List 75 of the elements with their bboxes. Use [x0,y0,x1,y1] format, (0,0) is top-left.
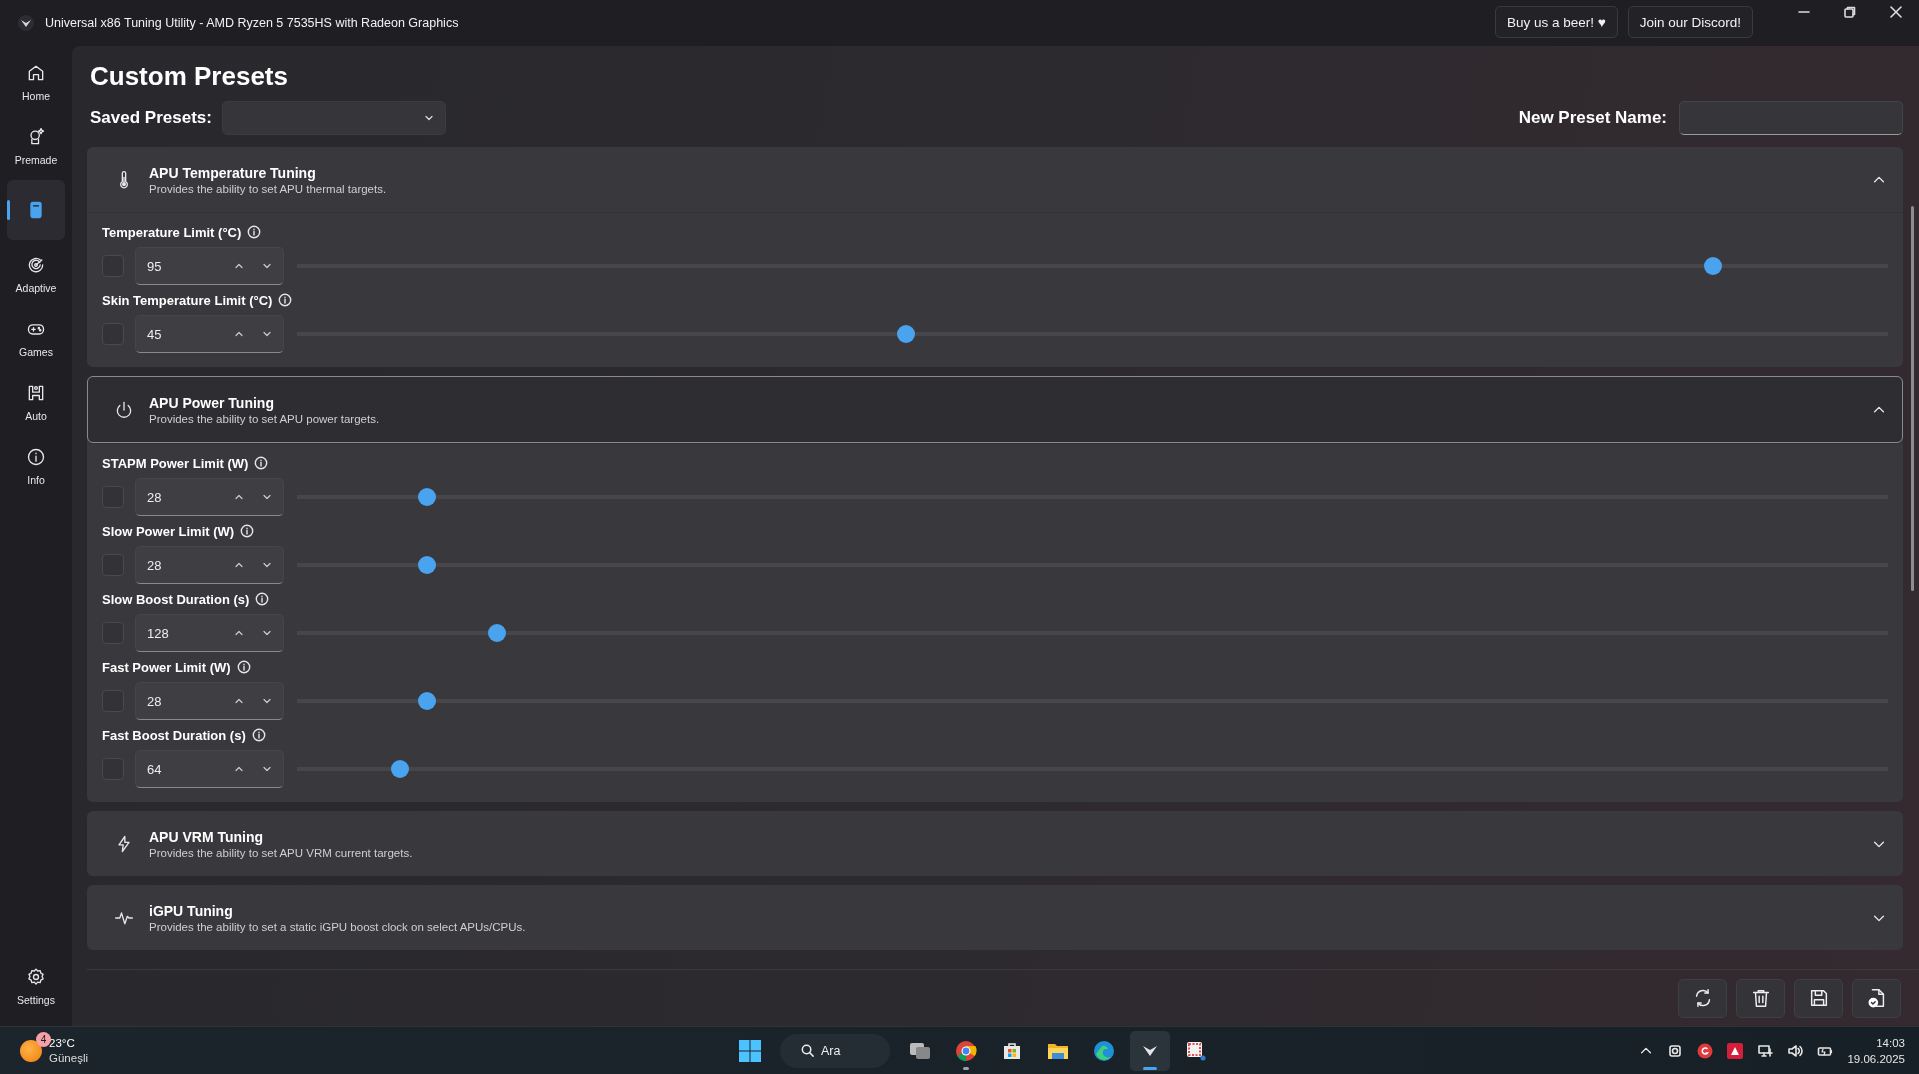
setting-label: Skin Temperature Limit (°C) [102,292,273,308]
setting-label: Temperature Limit (°C) [102,224,242,240]
page-title: Custom Presets [90,60,289,92]
section-title: iGPU Tuning [149,902,234,919]
nav-item[interactable]: Games [7,308,65,368]
network-icon[interactable] [1757,1042,1774,1059]
trash-button[interactable] [1736,978,1785,1018]
info-icon[interactable] [251,728,266,742]
section-header[interactable]: iGPU Tuning Provides the ability to set a static iGPU boost clock on select APUs/CPUs. [87,885,1903,950]
browser-icon [1092,1038,1116,1063]
setting-label: Fast Power Limit (W) [102,659,231,675]
tray-app-icon[interactable] [1667,1042,1684,1059]
slider-thumb[interactable] [391,760,410,778]
section-description: Provides the ability to set APU VRM current targets. [149,846,414,859]
setting-label: STAPM Power Limit (W) [102,455,249,471]
section-header[interactable]: APU Temperature Tuning Provides the ability to set APU thermal targets. [87,147,1903,212]
info-icon[interactable] [254,456,269,470]
tray-app-icon[interactable] [1727,1042,1744,1059]
nav-item[interactable]: Info [7,436,65,496]
info-icon[interactable] [247,225,262,239]
tray-app-icon[interactable] [1697,1042,1714,1059]
setting-label: Slow Power Limit (W) [102,523,235,539]
setting-label: Slow Boost Duration (s) [102,591,250,607]
slider-thumb[interactable] [1704,257,1722,275]
section-description: Provides the ability to set APU thermal targets. [149,182,388,195]
search-bar[interactable]: Ara [780,1033,890,1068]
discord-button[interactable]: Join our Discord! [1627,6,1753,38]
slider-thumb[interactable] [418,556,437,574]
windows-logo-icon [739,1039,761,1062]
section-description: Provides the ability to set APU power targets. [149,412,381,425]
info-icon [26,446,46,467]
slider-thumb[interactable] [418,692,437,710]
nav-item[interactable]: Premade [7,116,65,176]
refresh-button[interactable] [1678,978,1727,1018]
volume-icon[interactable] [1787,1042,1804,1059]
slider-thumb[interactable] [418,488,437,506]
saved-presets-label: Saved Presets: [90,108,212,128]
selection-indicator [7,200,10,220]
running-indicator [1143,1066,1157,1070]
nav-item[interactable]: Home [7,52,65,112]
scrollbar[interactable] [1911,206,1914,591]
nav-item[interactable]: Settings [7,956,65,1016]
info-icon[interactable] [236,660,251,674]
section-description: Provides the ability to set a static iGPU boost clock on select APUs/CPUs. [149,920,527,933]
settings-icon [26,966,46,987]
preset-name-field[interactable] [1679,101,1903,135]
browser-icon [954,1038,978,1063]
window-title: Universal x86 Tuning Utility - AMD Ryzen 5 7535HS with Radeon Graphics [45,16,459,30]
app-logo-icon [18,15,34,31]
search-icon [800,1043,815,1058]
nav-item[interactable]: Auto [7,372,65,432]
nav-item[interactable] [7,180,65,240]
donate-button[interactable]: Buy us a beer! ♥ [1494,6,1618,38]
weather-condition: Güneşli [49,1050,88,1066]
save-button[interactable] [1794,978,1843,1018]
info-icon[interactable] [240,524,255,538]
new-preset-label: New Preset Name: [1518,108,1667,128]
info-icon[interactable] [255,592,270,606]
section-header[interactable]: APU Power Tuning Provides the ability to set APU power targets. [87,376,1903,443]
power-icon [114,399,134,420]
running-indicator [963,1066,969,1070]
section-title: APU Temperature Tuning [149,164,317,181]
section-title: APU VRM Tuning [149,828,265,845]
taskbar-app[interactable] [1130,1030,1170,1071]
weather-temperature: 23°C [49,1035,76,1051]
info-icon[interactable] [278,293,293,307]
slider-thumb[interactable] [897,325,916,343]
file-check-button[interactable] [1852,978,1901,1018]
section-header[interactable]: APU VRM Tuning Provides the ability to set APU VRM current targets. [87,811,1903,876]
setting-label: Fast Boost Duration (s) [102,727,246,743]
nav-item[interactable]: Adaptive [7,244,65,304]
clock[interactable]: 14:03 19.06.2025 [1847,1034,1905,1067]
section-title: APU Power Tuning [149,394,275,411]
weather-icon[interactable] [20,1039,42,1062]
slider-thumb[interactable] [488,624,507,642]
